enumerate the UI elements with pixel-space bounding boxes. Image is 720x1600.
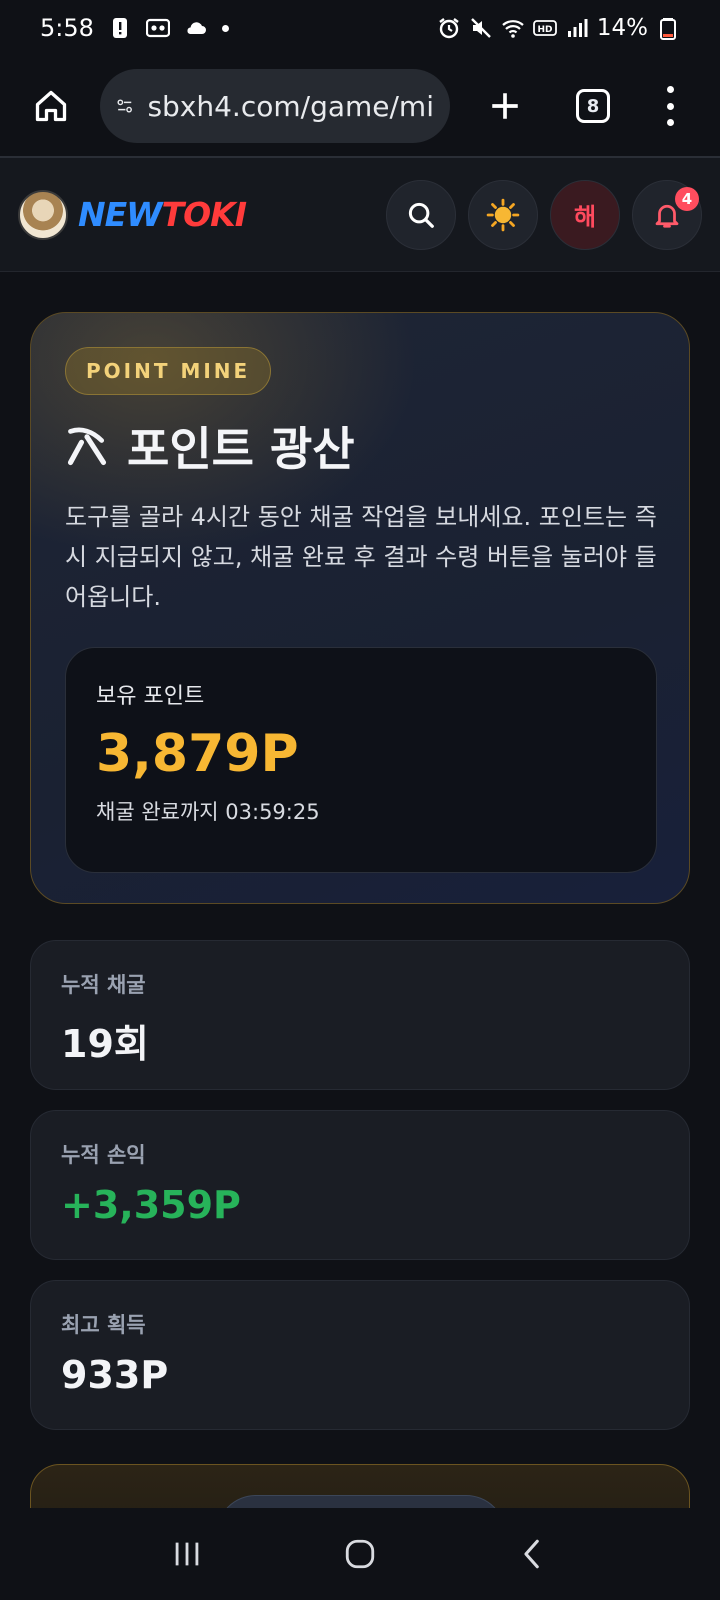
stat-card-best-gain: 최고 획득 933P	[30, 1280, 690, 1430]
stat-value: +3,359P	[61, 1183, 241, 1227]
pickaxe-icon	[67, 427, 107, 466]
page-description: 도구를 골라 4시간 동안 채굴 작업을 보내세요. 포인트는 즉시 지급되지 …	[65, 503, 657, 611]
stat-label: 최고 획득	[61, 1313, 146, 1337]
avatar[interactable]	[18, 189, 68, 240]
point-mine-chip: POINT MINE	[65, 347, 272, 395]
stat-card-total-mines: 누적 채굴 19회	[30, 940, 690, 1090]
site-header: NEWTOKI 해 4	[0, 158, 720, 272]
svg-text:HD: HD	[537, 25, 552, 35]
home-icon	[35, 90, 67, 122]
wifi-icon	[501, 16, 525, 40]
sun-icon	[486, 198, 520, 231]
url-bar[interactable]: sbxh4.com/game/mi	[100, 69, 450, 143]
recents-icon	[175, 1542, 198, 1566]
home-nav-icon	[345, 1539, 375, 1569]
back-icon	[524, 1539, 540, 1569]
logo-new: NEW	[78, 195, 163, 234]
notifications-button[interactable]: 4	[632, 179, 702, 250]
battery-percent: 14%	[596, 15, 648, 41]
new-tab-button[interactable]	[480, 81, 530, 131]
alert-icon	[108, 16, 132, 40]
point-mine-card: POINT MINE 포인트 광산 도구를 골라 4시간 동안 채굴 작업을 보…	[30, 312, 690, 904]
vr-icon	[145, 16, 170, 40]
home-button[interactable]	[26, 81, 76, 131]
browser-menu-button[interactable]	[660, 86, 680, 126]
tab-switcher-button[interactable]: 8	[576, 89, 610, 123]
notification-badge: 4	[675, 186, 699, 211]
signal-icon	[565, 16, 589, 40]
balance-card: 보유 포인트 3,879P 채굴 완료까지 03:59:25	[65, 647, 657, 873]
home-nav-button[interactable]	[330, 1524, 390, 1584]
status-time: 5:58	[40, 14, 94, 42]
stat-value: 933P	[61, 1353, 169, 1397]
language-label: 해	[573, 203, 597, 231]
recents-button[interactable]	[157, 1524, 217, 1584]
stat-label: 누적 손익	[61, 1143, 146, 1167]
alarm-icon	[437, 16, 461, 40]
back-button[interactable]	[503, 1524, 563, 1584]
browser-toolbar: sbxh4.com/game/mi 8	[0, 56, 720, 158]
system-nav-bar	[0, 1508, 720, 1600]
search-button[interactable]	[386, 179, 456, 250]
language-button[interactable]: 해	[550, 179, 620, 250]
balance-value: 3,879P	[96, 724, 299, 784]
hd-icon: HD	[532, 16, 557, 40]
stat-value: 19회	[61, 1022, 149, 1066]
cloud-icon	[184, 16, 208, 40]
mute-icon	[469, 16, 493, 40]
site-settings-icon[interactable]	[116, 91, 133, 121]
stat-label: 누적 채굴	[61, 973, 146, 997]
search-icon	[408, 202, 434, 228]
notification-dot	[221, 24, 229, 32]
stat-card-total-profit: 누적 손익 +3,359P	[30, 1110, 690, 1260]
plus-icon	[492, 93, 518, 119]
url-text: sbxh4.com/game/mi	[147, 89, 434, 123]
page-title: 포인트 광산	[127, 422, 355, 476]
mining-countdown: 채굴 완료까지 03:59:25	[96, 800, 320, 824]
battery-icon	[656, 16, 680, 40]
logo-toki: TOKI	[161, 195, 247, 234]
balance-label: 보유 포인트	[96, 684, 205, 709]
status-bar: 5:58 HD 14%	[0, 0, 720, 56]
site-logo[interactable]: NEWTOKI	[78, 195, 247, 234]
theme-toggle-button[interactable]	[468, 179, 538, 250]
